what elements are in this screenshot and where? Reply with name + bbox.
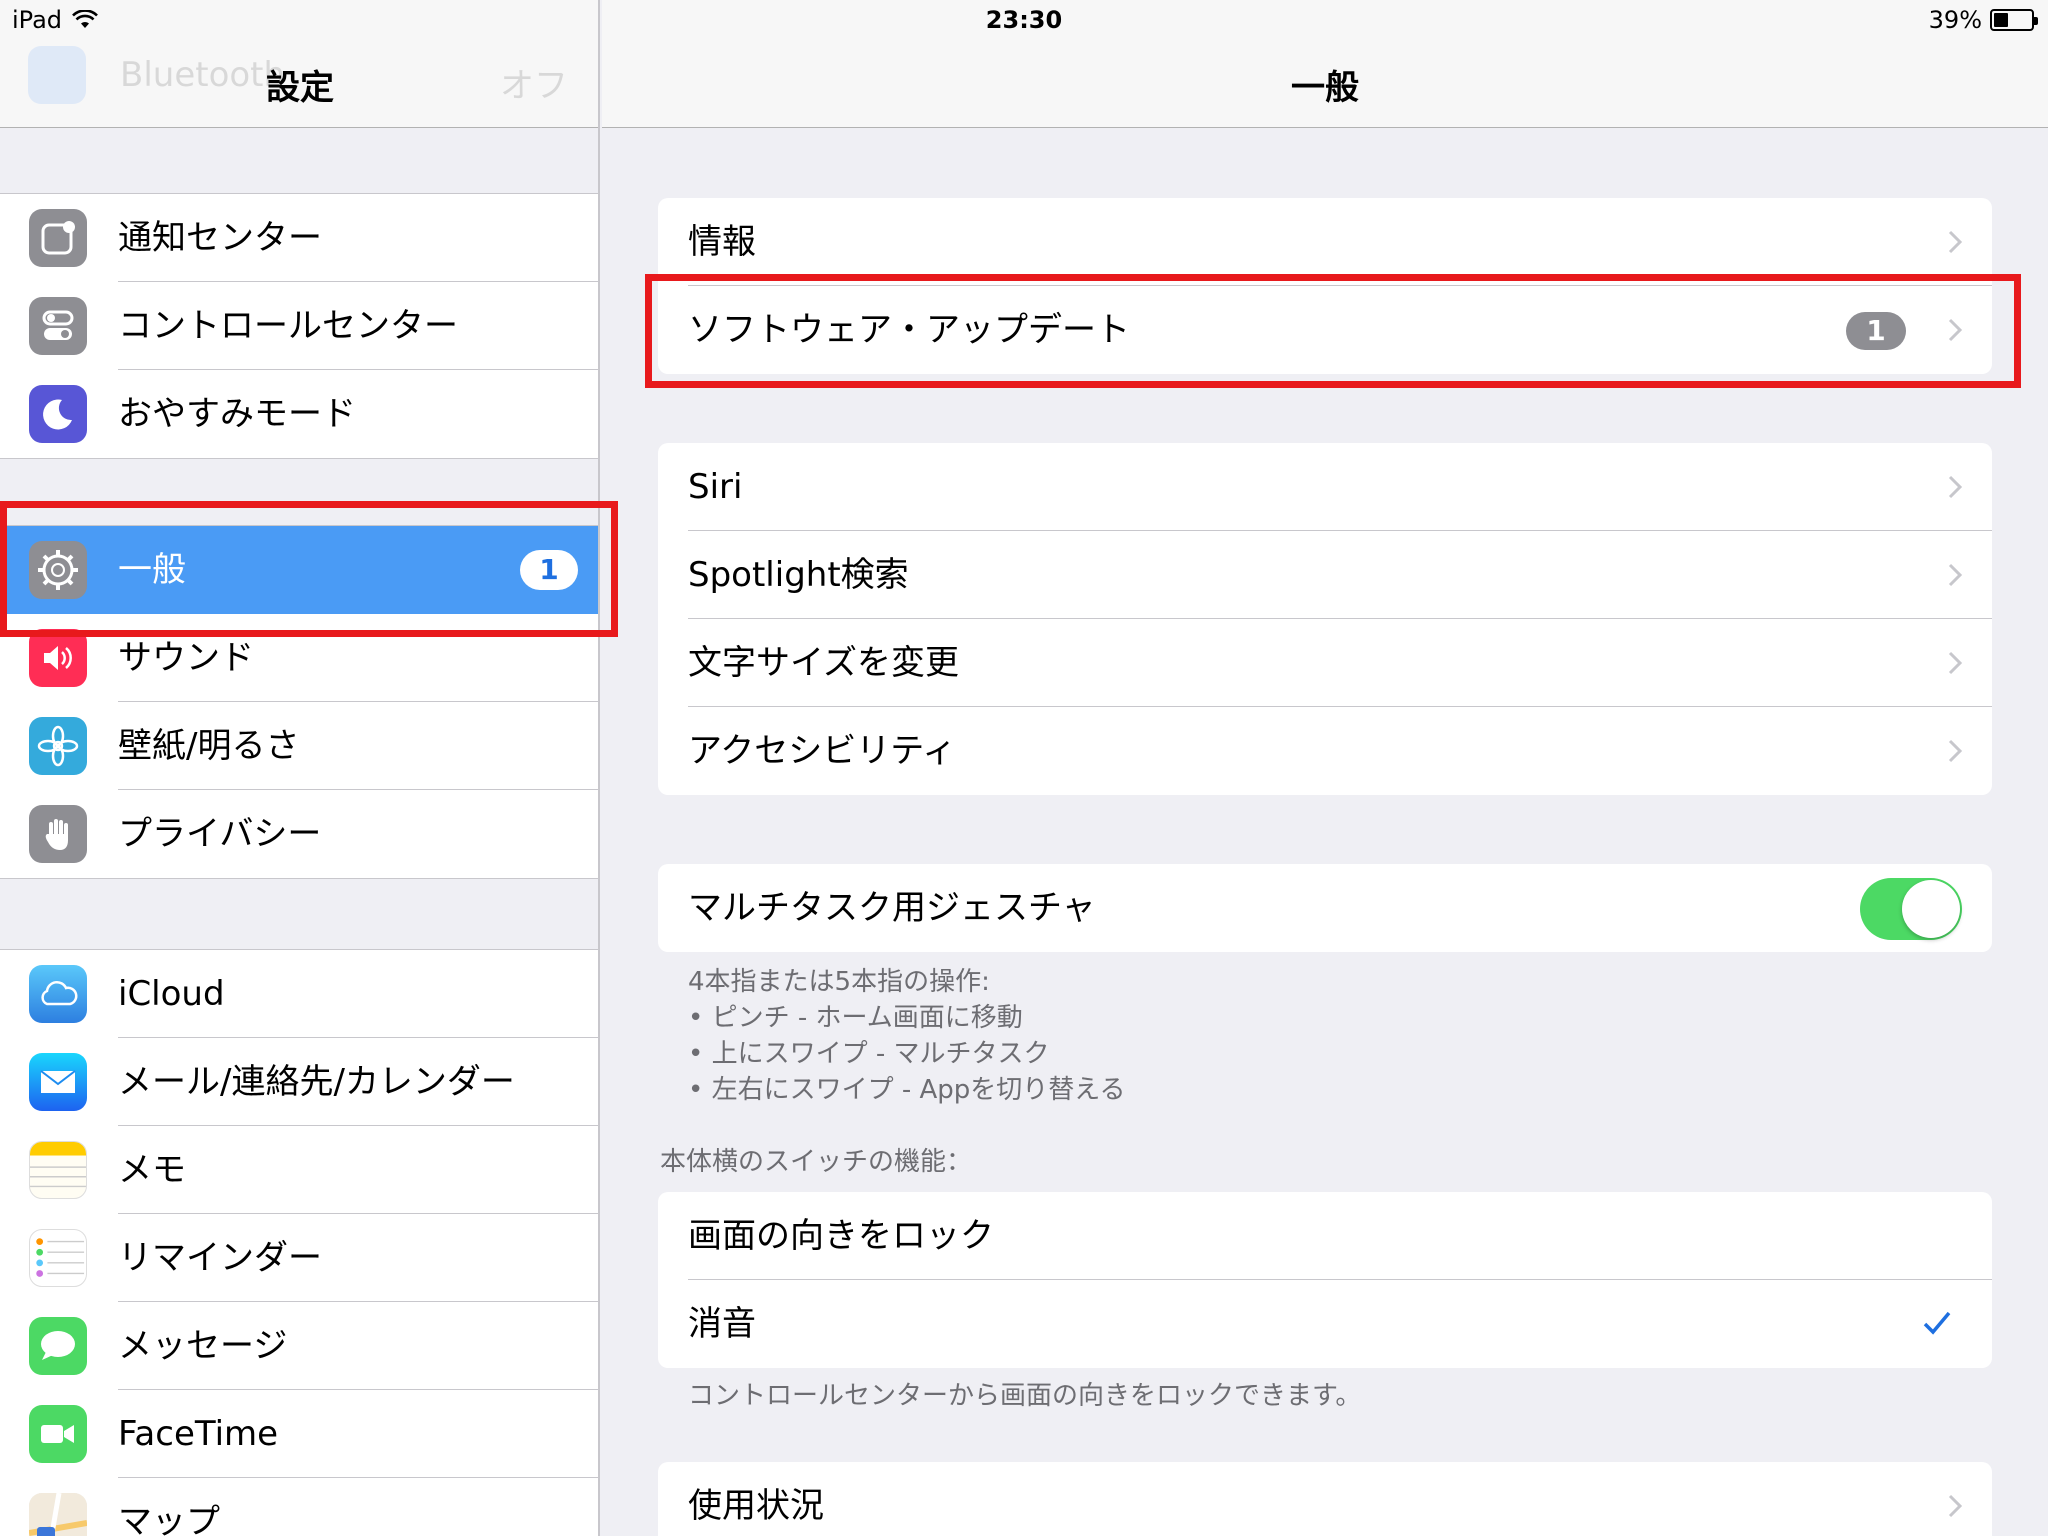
general-settings-pane: 一般 情報 ソフトウェア・アップデート 1 Siri Spotlight検索 文… — [602, 0, 2048, 1536]
sidebar-item-label: iCloud — [118, 974, 225, 1014]
multitask-note: 4本指または5本指の操作: • ピンチ - ホーム画面に移動 • 上にスワイプ … — [688, 964, 1126, 1108]
reminders-icon — [29, 1229, 87, 1287]
facetime-icon — [29, 1405, 87, 1463]
row-label: 画面の向きをロック — [688, 1216, 994, 1256]
highlight-software-update — [645, 274, 2021, 388]
row-label: Siri — [688, 467, 743, 507]
flower-icon — [29, 717, 87, 775]
side-switch-group: 画面の向きをロック 消音 — [658, 1192, 1992, 1368]
note-line: • 左右にスワイプ - Appを切り替える — [688, 1075, 1126, 1105]
cloud-icon — [29, 965, 87, 1023]
sidebar: Bluetooth オフ 設定 通知センター コントロールセンター おやすみモー… — [0, 0, 600, 1536]
sidebar-group-3: iCloud メール/連絡先/カレンダー メモ リマインダー メッセージ Fac… — [0, 949, 598, 1536]
sidebar-item-label: リマインダー — [118, 1238, 322, 1278]
siri-row[interactable]: Siri — [658, 443, 1992, 531]
sidebar-item-label: コントロールセンター — [118, 306, 458, 346]
checkmark-icon — [1923, 1311, 1951, 1335]
row-label: アクセシビリティ — [688, 731, 957, 771]
speaker-icon — [29, 629, 87, 687]
sidebar-item-label: メール/連絡先/カレンダー — [118, 1062, 515, 1102]
battery-percent: 39% — [1928, 6, 1982, 34]
note-line: • 上にスワイプ - マルチタスク — [688, 1039, 1050, 1069]
note-line: • ピンチ - ホーム画面に移動 — [688, 1003, 1023, 1033]
row-label: Spotlight検索 — [688, 555, 909, 595]
sidebar-item-reminders[interactable]: リマインダー — [0, 1214, 598, 1302]
sidebar-item-control-center[interactable]: コントロールセンター — [0, 282, 598, 370]
mail-icon — [29, 1053, 87, 1111]
sidebar-item-label: メッセージ — [118, 1326, 288, 1366]
sidebar-item-label: おやすみモード — [118, 394, 356, 434]
sidebar-item-maps[interactable]: マップ — [0, 1478, 598, 1536]
text-size-row[interactable]: 文字サイズを変更 — [658, 619, 1992, 707]
maps-icon — [29, 1493, 87, 1536]
sidebar-item-label: 壁紙/明るさ — [118, 726, 300, 766]
moon-icon — [29, 385, 87, 443]
sidebar-item-label: メモ — [118, 1150, 186, 1190]
chevron-right-icon — [1948, 563, 1963, 587]
sidebar-item-label: 通知センター — [118, 218, 322, 258]
usage-row[interactable]: 使用状況 — [658, 1462, 1992, 1536]
sidebar-item-label: FaceTime — [118, 1414, 279, 1454]
usage-group: 使用状況 — [658, 1462, 1992, 1536]
multitask-gestures-row: マルチタスク用ジェスチャ — [658, 864, 1992, 952]
row-label: 消音 — [688, 1304, 756, 1344]
sidebar-item-label: マップ — [118, 1502, 220, 1536]
accessibility-row[interactable]: アクセシビリティ — [658, 707, 1992, 795]
sidebar-item-do-not-disturb[interactable]: おやすみモード — [0, 370, 598, 458]
notification-center-icon — [29, 209, 87, 267]
sidebar-item-privacy[interactable]: プライバシー — [0, 790, 598, 878]
chevron-right-icon — [1948, 1494, 1963, 1518]
sidebar-item-label: プライバシー — [118, 814, 322, 854]
mute-option[interactable]: 消音 — [658, 1280, 1992, 1368]
chevron-right-icon — [1948, 230, 1963, 254]
toggle-knob — [1902, 880, 1960, 938]
status-bar: iPad 23:30 39% — [0, 0, 2048, 40]
messages-icon — [29, 1317, 87, 1375]
multitask-group: マルチタスク用ジェスチャ — [658, 864, 1992, 952]
sidebar-item-wallpaper[interactable]: 壁紙/明るさ — [0, 702, 598, 790]
lock-rotation-option[interactable]: 画面の向きをロック — [658, 1192, 1992, 1280]
about-row[interactable]: 情報 — [658, 198, 1992, 286]
sidebar-item-icloud[interactable]: iCloud — [0, 950, 598, 1038]
spotlight-row[interactable]: Spotlight検索 — [658, 531, 1992, 619]
sidebar-item-label: サウンド — [118, 638, 254, 678]
sidebar-item-notification-center[interactable]: 通知センター — [0, 194, 598, 282]
sidebar-group-1: 通知センター コントロールセンター おやすみモード — [0, 193, 598, 459]
row-label: 情報 — [688, 222, 756, 262]
battery-icon — [1990, 9, 2038, 31]
notes-icon — [29, 1141, 87, 1199]
sidebar-item-mail[interactable]: メール/連絡先/カレンダー — [0, 1038, 598, 1126]
switch-section-header: 本体横のスイッチの機能： — [660, 1147, 973, 1177]
highlight-general — [0, 501, 618, 637]
chevron-right-icon — [1948, 739, 1963, 763]
row-label: マルチタスク用ジェスチャ — [688, 888, 1096, 928]
note-line: 4本指または5本指の操作: — [688, 967, 990, 997]
sidebar-item-facetime[interactable]: FaceTime — [0, 1390, 598, 1478]
hand-icon — [29, 805, 87, 863]
row-label: 使用状況 — [688, 1486, 824, 1526]
control-center-icon — [29, 297, 87, 355]
row-label: 文字サイズを変更 — [688, 643, 959, 683]
page-title: 一般 — [1291, 68, 1359, 108]
switch-note: コントロールセンターから画面の向きをロックできます。 — [688, 1381, 1362, 1411]
clock: 23:30 — [985, 6, 1063, 34]
siri-spotlight-group: Siri Spotlight検索 文字サイズを変更 アクセシビリティ — [658, 443, 1992, 795]
sidebar-item-messages[interactable]: メッセージ — [0, 1302, 598, 1390]
sidebar-item-notes[interactable]: メモ — [0, 1126, 598, 1214]
multitask-gestures-toggle[interactable] — [1860, 878, 1962, 940]
sidebar-title: 設定 — [266, 68, 334, 108]
chevron-right-icon — [1948, 651, 1963, 675]
chevron-right-icon — [1948, 475, 1963, 499]
